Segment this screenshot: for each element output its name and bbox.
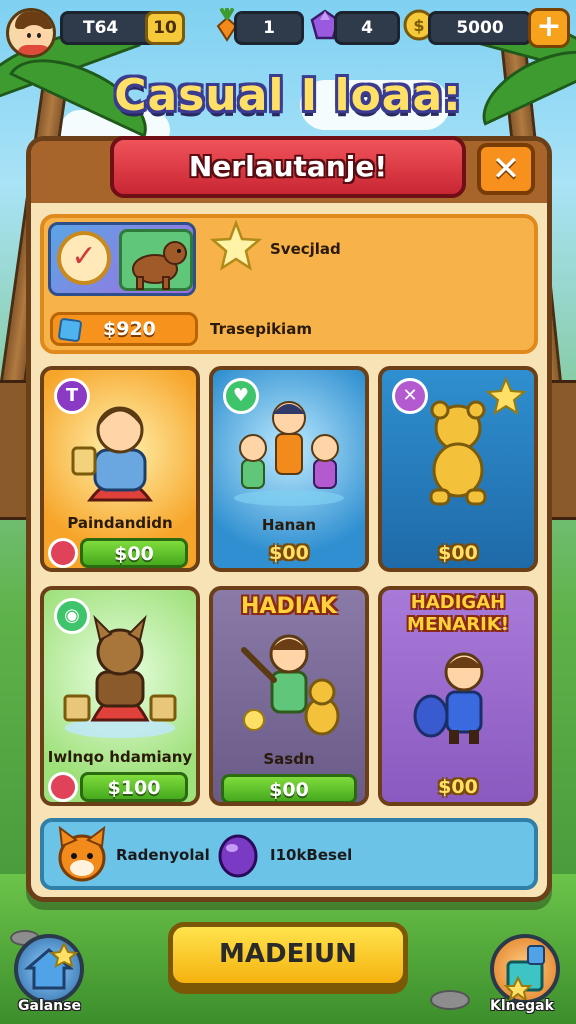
player-id-bar: T64 10 <box>60 11 185 45</box>
red-gem-icon <box>48 538 78 568</box>
add-currency-button[interactable]: + <box>528 8 570 48</box>
villager-group-icon <box>234 401 344 506</box>
card-price-button[interactable]: $100 <box>80 772 188 802</box>
boy-with-bag-icon <box>413 652 484 744</box>
teddy-bear-icon <box>429 400 487 506</box>
home-button[interactable] <box>14 934 84 1004</box>
shop-card[interactable]: ✕ $00 <box>378 366 538 572</box>
card-price-button[interactable]: $00 <box>80 538 188 568</box>
card-label: Paindandidn <box>67 514 173 532</box>
dialog-banner: Nerlautanje! <box>110 136 466 198</box>
shop-card[interactable]: ♥ Hanan $00 <box>209 366 369 572</box>
shop-card[interactable]: ◉ Iwlnqo hdamiany $100 <box>40 586 200 806</box>
featured-price-button[interactable]: $920 <box>50 312 198 346</box>
hut <box>548 380 576 520</box>
check-icon: ✓ <box>57 231 111 285</box>
shop-card[interactable]: HADIAK Sasdn $00 <box>209 586 369 806</box>
card-label: Iwlnqo hdamiany <box>47 748 193 766</box>
shop-card[interactable]: T Paindandidn $00 <box>40 366 200 572</box>
star-icon <box>210 220 262 271</box>
bottom-offer-strip[interactable]: Radenyolal I10kBesel <box>40 818 538 890</box>
coin-counter: 5000 <box>428 11 532 45</box>
bear-icon <box>132 241 187 290</box>
card-price[interactable]: $00 <box>221 540 357 568</box>
card-price[interactable]: $00 <box>390 774 526 802</box>
strip-right-text: I10kBesel <box>270 846 353 864</box>
card-label: Sasdn <box>263 750 315 768</box>
gift-bag-icon <box>503 945 545 1003</box>
top-hud: T64 10 1 4 $ 5000 + <box>6 8 570 58</box>
main-action-button[interactable]: MADEIUN <box>168 922 408 988</box>
wolf-merchant-icon <box>63 614 177 738</box>
shop-card[interactable]: HADIGAH MENARIK! $00 <box>378 586 538 806</box>
villager-woman-icon <box>71 406 154 502</box>
level-badge: 10 <box>145 11 185 45</box>
close-button[interactable]: ✕ <box>477 143 535 195</box>
home-icon <box>23 941 79 990</box>
card-label: Hanan <box>261 516 317 534</box>
coin-count: 5000 <box>456 18 504 38</box>
featured-offer[interactable]: ✓ Svecjlad $920 Trasepikiam <box>40 214 538 354</box>
card-price-button[interactable]: $00 <box>221 774 357 802</box>
gem-count: 4 <box>361 18 373 38</box>
blue-gem-icon <box>57 317 83 343</box>
inventory-label: Klnegak <box>490 998 554 1014</box>
boy-with-cat-icon <box>241 634 340 736</box>
carrot-counter: 1 <box>234 11 304 45</box>
carrot-count: 1 <box>263 18 275 38</box>
strip-left-text: Radenyolal <box>116 846 210 864</box>
home-label: Galanse <box>18 998 81 1014</box>
featured-label: Svecjlad <box>270 240 341 258</box>
featured-image: ✓ <box>48 222 196 296</box>
fox-icon <box>58 826 106 882</box>
card-price[interactable]: $00 <box>390 540 526 568</box>
gem-counter: 4 <box>334 11 400 45</box>
card-headline: HADIGAH MENARIK! <box>407 592 509 635</box>
red-gem-icon <box>48 772 78 802</box>
inventory-button[interactable] <box>490 934 560 1004</box>
stone <box>430 990 470 1010</box>
featured-sub-label: Trasepikiam <box>210 320 312 338</box>
svg-text:$: $ <box>413 16 424 35</box>
player-avatar[interactable] <box>6 8 56 58</box>
game-title: Casual I loaa: <box>114 70 462 121</box>
card-headline: HADIAK <box>241 594 337 619</box>
featured-price: $920 <box>103 318 156 340</box>
purple-gem-icon <box>218 834 258 878</box>
